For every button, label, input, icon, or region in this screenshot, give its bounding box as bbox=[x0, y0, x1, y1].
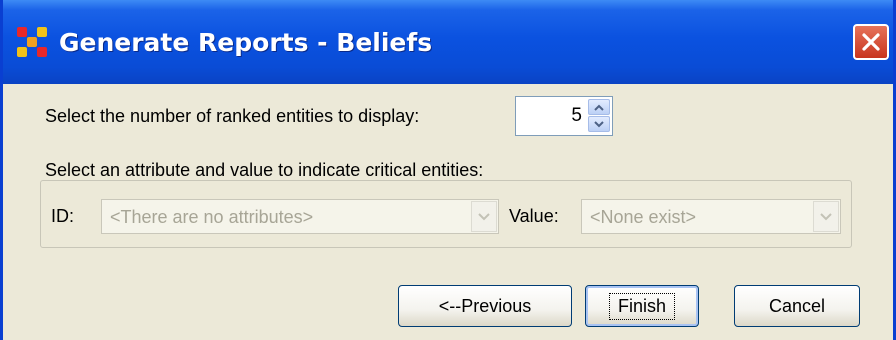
finish-button[interactable]: Finish bbox=[585, 285, 699, 327]
value-dropdown[interactable]: <None exist> bbox=[581, 199, 841, 234]
chevron-down-icon bbox=[594, 120, 604, 127]
id-attribute-dropdown[interactable]: <There are no attributes> bbox=[101, 199, 499, 234]
spin-down-button[interactable] bbox=[588, 116, 610, 132]
app-grid-icon bbox=[17, 27, 47, 57]
close-icon bbox=[862, 33, 880, 51]
window-title: Generate Reports - Beliefs bbox=[59, 27, 433, 57]
spin-up-button[interactable] bbox=[588, 99, 610, 115]
cancel-button[interactable]: Cancel bbox=[734, 285, 860, 327]
finish-button-label: Finish bbox=[608, 292, 676, 320]
value-dropdown-value: <None exist> bbox=[590, 207, 697, 227]
ranked-entities-label: Select the number of ranked entities to … bbox=[45, 106, 420, 126]
id-attribute-value: <There are no attributes> bbox=[110, 207, 314, 227]
close-button[interactable] bbox=[853, 24, 889, 60]
chevron-down-icon bbox=[820, 212, 832, 220]
cancel-button-label: Cancel bbox=[768, 295, 826, 316]
critical-entities-label: Select an attribute and value to indicat… bbox=[45, 160, 484, 180]
id-dropdown-button[interactable] bbox=[471, 201, 497, 232]
chevron-up-icon bbox=[594, 104, 604, 111]
generate-reports-dialog: Generate Reports - Beliefs Select the nu… bbox=[0, 0, 896, 340]
chevron-down-icon bbox=[478, 212, 490, 220]
previous-button-label: <--Previous bbox=[438, 295, 532, 316]
value-dropdown-button[interactable] bbox=[813, 201, 839, 232]
id-label: ID: bbox=[51, 206, 75, 226]
title-bar[interactable]: Generate Reports - Beliefs bbox=[3, 0, 893, 84]
ranked-entities-value[interactable]: 5 bbox=[571, 105, 582, 127]
previous-button[interactable]: <--Previous bbox=[398, 285, 572, 327]
ranked-entities-spinner[interactable]: 5 bbox=[515, 96, 613, 136]
value-label: Value: bbox=[509, 206, 559, 226]
